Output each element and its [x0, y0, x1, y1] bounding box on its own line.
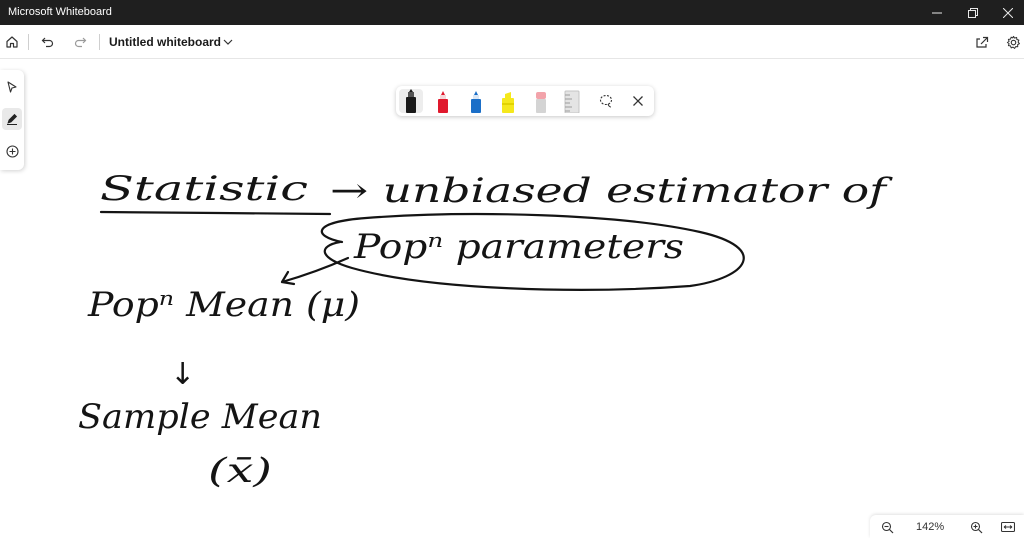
close-window-icon [1003, 7, 1013, 18]
lasso-icon [599, 94, 613, 108]
toolbar-divider [28, 34, 29, 50]
add-button[interactable] [2, 140, 22, 162]
lasso-button[interactable] [594, 89, 618, 113]
pen-palette [396, 86, 654, 116]
blue-pen-button[interactable] [464, 89, 488, 113]
redo-icon [74, 37, 87, 48]
ruler-icon [564, 90, 580, 113]
undo-icon [41, 37, 54, 48]
select-tool-button[interactable] [2, 76, 22, 98]
pen-icon [7, 113, 18, 125]
app-title: Microsoft Whiteboard [8, 6, 112, 18]
minimize-button[interactable] [919, 0, 955, 25]
eraser-icon [536, 92, 546, 113]
handwriting-popn-parameters: Popⁿ parameters [320, 212, 745, 291]
share-icon [976, 36, 989, 48]
chevron-down-icon [223, 39, 233, 45]
inking-tool-button[interactable] [2, 108, 22, 130]
tool-rail [0, 70, 24, 170]
handwriting-unbiased-estimator: → unbiased estimator of [330, 171, 893, 211]
handwriting-sample-mean: Sample Mean [78, 397, 322, 437]
whiteboard-canvas[interactable]: Statistic → unbiased estimator of Popⁿ p… [0, 60, 1024, 520]
zoom-level: 142% [916, 521, 945, 533]
svg-text:Statistic: Statistic [100, 169, 308, 209]
settings-button[interactable] [1001, 30, 1024, 54]
title-bar: Microsoft Whiteboard [0, 0, 1024, 25]
fit-to-screen-icon [1001, 521, 1015, 533]
zoom-out-icon [881, 521, 893, 533]
gear-icon [1006, 35, 1020, 49]
svg-text:(x̄): (x̄) [208, 451, 272, 491]
restore-icon [968, 7, 978, 18]
redo-button[interactable] [68, 30, 92, 54]
black-pen-button[interactable] [399, 89, 423, 113]
home-icon [6, 36, 18, 48]
svg-text:Popⁿ Mean (μ): Popⁿ Mean (μ) [87, 285, 360, 325]
title-menu-button[interactable] [216, 30, 240, 54]
zoom-in-button[interactable] [967, 518, 985, 536]
highlighter-icon [502, 92, 514, 113]
handwriting-popn-mean: Popⁿ Mean (μ) [87, 285, 360, 325]
handwriting-x-bar: (x̄) [208, 451, 272, 491]
highlighter-button[interactable] [496, 89, 520, 113]
document-title[interactable]: Untitled whiteboard [109, 35, 221, 49]
fit-to-screen-button[interactable] [999, 518, 1017, 536]
zoom-in-icon [970, 521, 982, 533]
svg-text:↓: ↓ [170, 357, 195, 392]
close-icon [633, 96, 643, 106]
red-pen-button[interactable] [431, 89, 455, 113]
zoom-out-button[interactable] [878, 518, 896, 536]
svg-text:Popⁿ parameters: Popⁿ parameters [353, 227, 684, 267]
undo-button[interactable] [36, 30, 60, 54]
blue-pen-icon [471, 91, 481, 113]
toolbar-divider [99, 34, 100, 50]
add-circle-icon [5, 144, 19, 158]
down-arrow: ↓ [170, 357, 195, 392]
connector-arrow [280, 256, 350, 286]
close-palette-button[interactable] [626, 89, 650, 113]
zoom-bar: 142% [870, 515, 1024, 538]
close-window-button[interactable] [990, 0, 1024, 25]
svg-text:Sample Mean: Sample Mean [78, 397, 322, 437]
black-pen-icon [406, 89, 416, 113]
ink-strokes: Statistic → unbiased estimator of Popⁿ p… [78, 169, 893, 491]
home-button[interactable] [0, 30, 24, 54]
select-arrow-icon [7, 81, 17, 93]
svg-text:→ unbiased estimator of: → unbiased estimator of [330, 171, 893, 211]
handwriting-statistic: Statistic [99, 169, 332, 216]
eraser-button[interactable] [529, 89, 553, 113]
restore-button[interactable] [955, 0, 991, 25]
app-toolbar: Untitled whiteboard [0, 25, 1024, 59]
share-button[interactable] [970, 30, 994, 54]
red-pen-icon [438, 91, 448, 113]
ruler-button[interactable] [560, 89, 584, 113]
minimize-icon [932, 12, 942, 13]
